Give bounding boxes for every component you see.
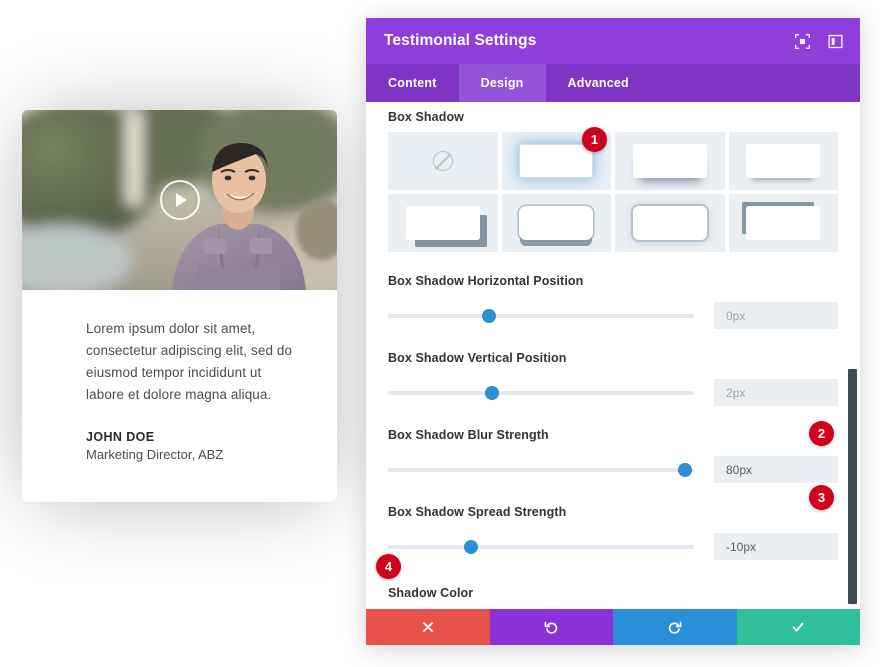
preset-thumb: [746, 206, 820, 240]
slider-knob[interactable]: [678, 463, 692, 477]
play-icon[interactable]: [160, 180, 200, 220]
badge-1: 1: [582, 127, 607, 152]
blur-strength-value[interactable]: 80px: [714, 456, 838, 483]
preset-thumb: [519, 144, 593, 178]
preset-top-left[interactable]: [729, 194, 839, 252]
modal-header-actions: [794, 33, 844, 50]
testimonial-card: Lorem ipsum dolor sit amet, consectetur …: [22, 110, 337, 502]
blur-strength-label: Box Shadow Blur Strength: [388, 428, 838, 442]
preset-rounded-bottom[interactable]: [502, 194, 612, 252]
field-horizontal-position: Box Shadow Horizontal Position 0px: [388, 274, 838, 329]
testimonial-author-role: Marketing Director, ABZ: [86, 447, 301, 462]
vertical-position-value[interactable]: 2px: [714, 379, 838, 406]
play-triangle: [176, 193, 187, 207]
preset-thumb: [746, 144, 820, 178]
cancel-button[interactable]: [366, 609, 490, 645]
preset-offset-right[interactable]: [388, 194, 498, 252]
modal-tabs: Content Design Advanced: [366, 64, 860, 102]
modal-header: Testimonial Settings: [366, 18, 860, 64]
preset-outline-glow[interactable]: [615, 194, 725, 252]
field-spread-strength: Box Shadow Spread Strength -10px: [388, 505, 838, 560]
horizontal-position-slider[interactable]: [388, 314, 694, 318]
preset-thumb: [519, 206, 593, 240]
box-shadow-section: Box Shadow: [388, 110, 838, 252]
settings-scrollbar[interactable]: [848, 369, 857, 604]
blur-strength-slider[interactable]: [388, 468, 694, 472]
redo-button[interactable]: [613, 609, 737, 645]
vertical-position-label: Box Shadow Vertical Position: [388, 351, 838, 365]
settings-modal: Testimonial Settings Content: [366, 18, 860, 645]
preset-thumb: [406, 206, 480, 240]
check-icon: [790, 619, 806, 635]
spread-strength-slider[interactable]: [388, 545, 694, 549]
vertical-position-row: 2px: [388, 379, 838, 406]
preset-bottom-line[interactable]: [729, 132, 839, 190]
badge-2: 2: [809, 421, 834, 446]
modal-body: Box Shadow: [366, 102, 860, 609]
no-shadow-icon: [433, 151, 453, 171]
tab-advanced[interactable]: Advanced: [546, 64, 651, 102]
spread-strength-value[interactable]: -10px: [714, 533, 838, 560]
undo-icon: [543, 619, 559, 635]
screen-root: Lorem ipsum dolor sit amet, consectetur …: [0, 0, 880, 667]
settings-scroll-area: Box Shadow: [366, 102, 860, 609]
blur-strength-row: 80px: [388, 456, 838, 483]
spread-strength-row: -10px: [388, 533, 838, 560]
field-blur-strength: Box Shadow Blur Strength 80px: [388, 428, 838, 483]
preset-thumb: [633, 206, 707, 240]
preset-bottom-soft[interactable]: [615, 132, 725, 190]
horizontal-position-value[interactable]: 0px: [714, 302, 838, 329]
modal-title: Testimonial Settings: [384, 32, 794, 50]
badge-3: 3: [809, 485, 834, 510]
close-icon: [420, 619, 436, 635]
horizontal-position-row: 0px: [388, 302, 838, 329]
shadow-color-label: Shadow Color: [388, 586, 838, 600]
layout-panel-icon[interactable]: [827, 33, 844, 50]
preset-none[interactable]: [388, 132, 498, 190]
slider-knob[interactable]: [482, 309, 496, 323]
slider-knob[interactable]: [485, 386, 499, 400]
vertical-position-slider[interactable]: [388, 391, 694, 395]
box-shadow-label: Box Shadow: [388, 110, 838, 124]
fullscreen-icon[interactable]: [794, 33, 811, 50]
testimonial-body: Lorem ipsum dolor sit amet, consectetur …: [22, 290, 337, 462]
save-button[interactable]: [737, 609, 861, 645]
undo-button[interactable]: [490, 609, 614, 645]
modal-footer: [366, 609, 860, 645]
testimonial-quote: Lorem ipsum dolor sit amet, consectetur …: [86, 318, 301, 406]
badge-4: 4: [376, 554, 401, 579]
testimonial-author-name: JOHN DOE: [86, 430, 301, 444]
preset-thumb: [633, 144, 707, 178]
box-shadow-preset-grid: [388, 132, 838, 252]
tab-content[interactable]: Content: [366, 64, 459, 102]
field-shadow-color: Shadow Color: [388, 586, 838, 609]
testimonial-photo[interactable]: [22, 110, 337, 290]
horizontal-position-label: Box Shadow Horizontal Position: [388, 274, 838, 288]
spread-strength-label: Box Shadow Spread Strength: [388, 505, 838, 519]
slider-knob[interactable]: [464, 540, 478, 554]
tab-design[interactable]: Design: [459, 64, 546, 102]
redo-icon: [667, 619, 683, 635]
field-vertical-position: Box Shadow Vertical Position 2px: [388, 351, 838, 406]
